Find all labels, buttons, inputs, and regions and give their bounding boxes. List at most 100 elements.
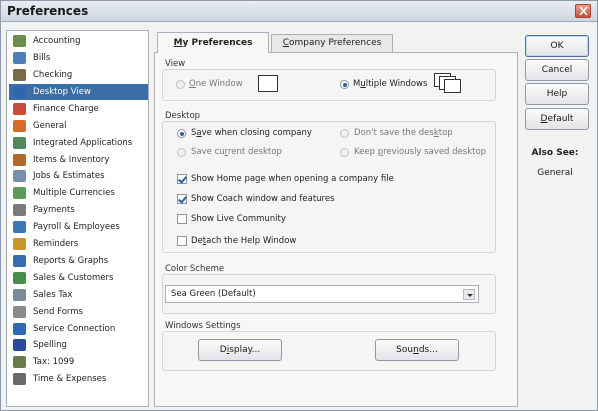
sidebar-item-label: Send Forms [33, 306, 83, 317]
sidebar-item-label: Accounting [33, 36, 81, 47]
color-scheme-value: Sea Green (Default) [171, 289, 256, 299]
sidebar-item-label: Items & Inventory [33, 154, 110, 165]
sidebar-item-reminders[interactable]: Reminders [9, 236, 148, 253]
one-window-text: ne Window [195, 79, 243, 89]
sidebar-item-label: Payments [33, 205, 75, 216]
reminders-icon [13, 238, 26, 251]
sounds-button[interactable]: Sounds... [375, 339, 459, 361]
accounting-icon [13, 35, 26, 48]
sidebar-item-label: General [33, 120, 67, 131]
sidebar-item-label: Desktop View [33, 86, 91, 97]
desktop-view-icon [13, 85, 26, 98]
display-button-pre: D [219, 345, 227, 355]
save-current-desktop-radio[interactable] [177, 148, 186, 157]
chevron-down-icon[interactable] [463, 289, 475, 300]
show-home-page-label: Show Home page when opening a company fi… [191, 174, 394, 184]
save-when-closing-text: ve when closing company [201, 128, 312, 138]
sidebar-item-label: Spelling [33, 340, 67, 351]
title-bar: Preferences [1, 1, 597, 22]
display-button[interactable]: Display... [198, 339, 282, 361]
view-section-label: View [165, 59, 186, 69]
sales-tax-icon [13, 288, 26, 301]
sidebar-item-finance-charge[interactable]: Finance Charge [9, 101, 148, 118]
sidebar-item-label: Integrated Applications [33, 137, 133, 148]
sidebar-item-general[interactable]: General [9, 118, 148, 135]
time-expenses-icon [13, 373, 26, 386]
sidebar-item-checking[interactable]: Checking [9, 67, 148, 84]
sidebar-item-desktop-view[interactable]: Desktop View [9, 83, 148, 101]
tab-my-preferences[interactable]: My Preferences [157, 32, 269, 53]
detach-help-checkbox[interactable] [177, 236, 187, 246]
service-connection-icon [13, 322, 26, 335]
display-button-text: splay... [229, 345, 261, 355]
desktop-group [162, 121, 496, 253]
dont-save-text: top [438, 128, 453, 138]
save-when-closing-radio[interactable] [177, 129, 186, 138]
sidebar-item-time-expenses[interactable]: Time & Expenses [9, 371, 148, 388]
finance-charge-icon [13, 102, 26, 115]
keep-previous-pre: Keep [354, 147, 378, 157]
save-when-closing-label: Save when closing company [191, 128, 312, 138]
sidebar-item-multiple-currencies[interactable]: Multiple Currencies [9, 185, 148, 202]
sidebar-item-items-inventory[interactable]: Items & Inventory [9, 151, 148, 168]
sidebar-item-payroll-employees[interactable]: Payroll & Employees [9, 219, 148, 236]
keep-previous-desktop-label: Keep previously saved desktop [354, 147, 486, 157]
dont-save-desktop-label: Don't save the desktop [354, 128, 453, 138]
reports-graphs-icon [13, 254, 26, 267]
preferences-category-list: Accounting Bills Checking Desktop View Finan… [6, 30, 149, 407]
sales-customers-icon [13, 271, 26, 284]
help-button[interactable]: Help [525, 83, 589, 105]
sidebar-item-jobs-estimates[interactable]: Jobs & Estimates [9, 168, 148, 185]
sidebar-item-accounting[interactable]: Accounting [9, 33, 148, 50]
sidebar-item-payments[interactable]: Payments [9, 202, 148, 219]
close-icon [579, 7, 588, 15]
also-see-general-link[interactable]: General [529, 168, 581, 178]
show-live-community-checkbox[interactable] [177, 214, 187, 224]
one-window-radio[interactable] [176, 80, 185, 89]
sidebar-item-label: Sales & Customers [33, 272, 114, 283]
cancel-button[interactable]: Cancel [525, 59, 589, 81]
sidebar-item-integrated-applications[interactable]: Integrated Applications [9, 134, 148, 151]
sidebar-item-label: Tax: 1099 [33, 357, 75, 368]
dont-save-pre: Don't save the des [354, 128, 434, 138]
sidebar-item-label: Reminders [33, 239, 79, 250]
sidebar-item-label: Bills [33, 53, 51, 64]
default-button[interactable]: Default [525, 108, 589, 130]
send-forms-icon [13, 305, 26, 318]
multiple-currencies-icon [13, 187, 26, 200]
tab-company-preferences-label: ompany Preferences [288, 38, 382, 48]
detach-help-pre: De [191, 236, 203, 246]
show-home-page-checkbox[interactable] [177, 174, 187, 184]
windows-settings-section-label: Windows Settings [165, 321, 241, 331]
keep-previous-desktop-radio[interactable] [340, 148, 349, 157]
sidebar-item-sales-tax[interactable]: Sales Tax [9, 287, 148, 304]
sidebar-item-label: Time & Expenses [33, 374, 107, 385]
multiple-windows-radio[interactable] [340, 80, 349, 89]
show-coach-checkbox[interactable] [177, 194, 187, 204]
multiple-windows-label: Multiple Windows [353, 79, 427, 89]
general-icon [13, 119, 26, 132]
sidebar-item-reports-graphs[interactable]: Reports & Graphs [9, 253, 148, 270]
dont-save-desktop-radio[interactable] [340, 129, 349, 138]
tab-my-preferences-hotkey: M [173, 38, 183, 48]
show-live-community-label: Show Live Community [191, 214, 286, 224]
default-button-text: efault [547, 114, 574, 124]
payroll-employees-icon [13, 221, 26, 234]
keep-previous-text: reviously saved desktop [383, 147, 487, 157]
sidebar-item-label: Payroll & Employees [33, 222, 120, 233]
sidebar-item-send-forms[interactable]: Send Forms [9, 303, 148, 320]
sidebar-item-tax-1099[interactable]: Tax: 1099 [9, 354, 148, 371]
save-current-desktop-label: Save current desktop [191, 147, 282, 157]
sidebar-item-sales-customers[interactable]: Sales & Customers [9, 270, 148, 287]
sidebar-item-bills[interactable]: Bills [9, 50, 148, 67]
sidebar-item-label: Finance Charge [33, 103, 99, 114]
save-current-pre: Save cu [191, 147, 225, 157]
sidebar-item-spelling[interactable]: Spelling [9, 337, 148, 354]
one-window-preview-icon [258, 75, 278, 92]
tab-company-preferences[interactable]: Company Preferences [271, 34, 393, 52]
ok-button[interactable]: OK [525, 35, 589, 57]
sidebar-item-service-connection[interactable]: Service Connection [9, 320, 148, 337]
color-scheme-dropdown[interactable]: Sea Green (Default) [165, 285, 479, 303]
sounds-button-pre: Sou [396, 345, 414, 355]
close-button[interactable] [575, 4, 591, 18]
